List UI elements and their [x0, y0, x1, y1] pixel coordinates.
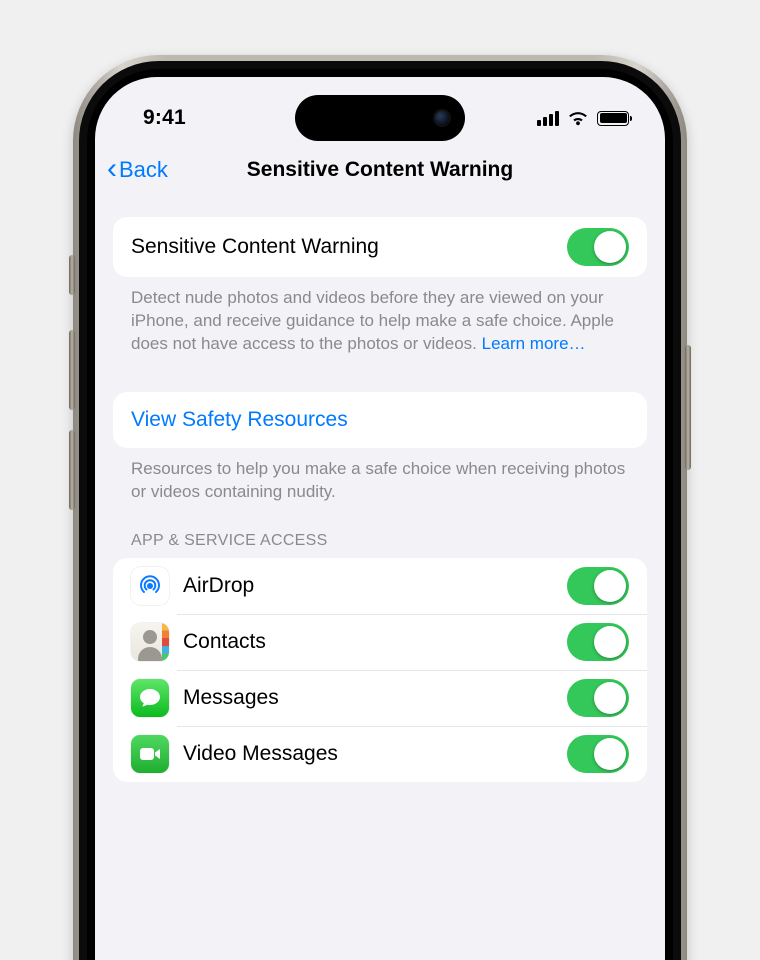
power-button [685, 345, 691, 470]
back-label: Back [119, 157, 168, 183]
wifi-icon [567, 110, 589, 126]
messages-toggle[interactable] [567, 679, 629, 717]
page-title: Sensitive Content Warning [247, 158, 513, 182]
view-safety-resources-button[interactable]: View Safety Resources [113, 392, 647, 448]
access-label: AirDrop [183, 574, 553, 598]
safety-group: View Safety Resources [113, 392, 647, 448]
access-row-video: Video Messages [113, 726, 647, 782]
battery-icon [597, 111, 629, 126]
access-label: Video Messages [183, 742, 553, 766]
access-row-contacts: Contacts [113, 614, 647, 670]
airdrop-icon [131, 567, 169, 605]
navbar: ‹ Back Sensitive Content Warning [95, 145, 665, 197]
access-label: Messages [183, 686, 553, 710]
main-footer: Detect nude photos and videos before the… [113, 277, 647, 356]
access-row-airdrop: AirDrop [113, 558, 647, 614]
back-button[interactable]: ‹ Back [107, 156, 168, 184]
side-switch [69, 255, 75, 295]
volume-up [69, 330, 75, 410]
airdrop-toggle[interactable] [567, 567, 629, 605]
access-header: APP & SERVICE ACCESS [113, 504, 647, 558]
contacts-icon [131, 623, 169, 661]
sensitive-content-label: Sensitive Content Warning [131, 235, 553, 259]
video-messages-icon [131, 735, 169, 773]
safety-label: View Safety Resources [131, 408, 629, 432]
access-row-messages: Messages [113, 670, 647, 726]
phone-frame: 9:41 ‹ Back Sensitive Content Warning [73, 55, 687, 960]
dynamic-island [295, 95, 465, 141]
access-label: Contacts [183, 630, 553, 654]
safety-footer: Resources to help you make a safe choice… [113, 448, 647, 504]
volume-down [69, 430, 75, 510]
sensitive-content-row: Sensitive Content Warning [113, 217, 647, 277]
learn-more-link[interactable]: Learn more… [482, 334, 586, 353]
status-time: 9:41 [127, 106, 186, 130]
cellular-icon [537, 111, 559, 126]
messages-icon [131, 679, 169, 717]
main-toggle-group: Sensitive Content Warning [113, 217, 647, 277]
access-group: AirDrop Contacts Messa [113, 558, 647, 782]
sensitive-content-toggle[interactable] [567, 228, 629, 266]
video-messages-toggle[interactable] [567, 735, 629, 773]
chevron-left-icon: ‹ [107, 154, 117, 184]
contacts-toggle[interactable] [567, 623, 629, 661]
screen: 9:41 ‹ Back Sensitive Content Warning [95, 77, 665, 960]
